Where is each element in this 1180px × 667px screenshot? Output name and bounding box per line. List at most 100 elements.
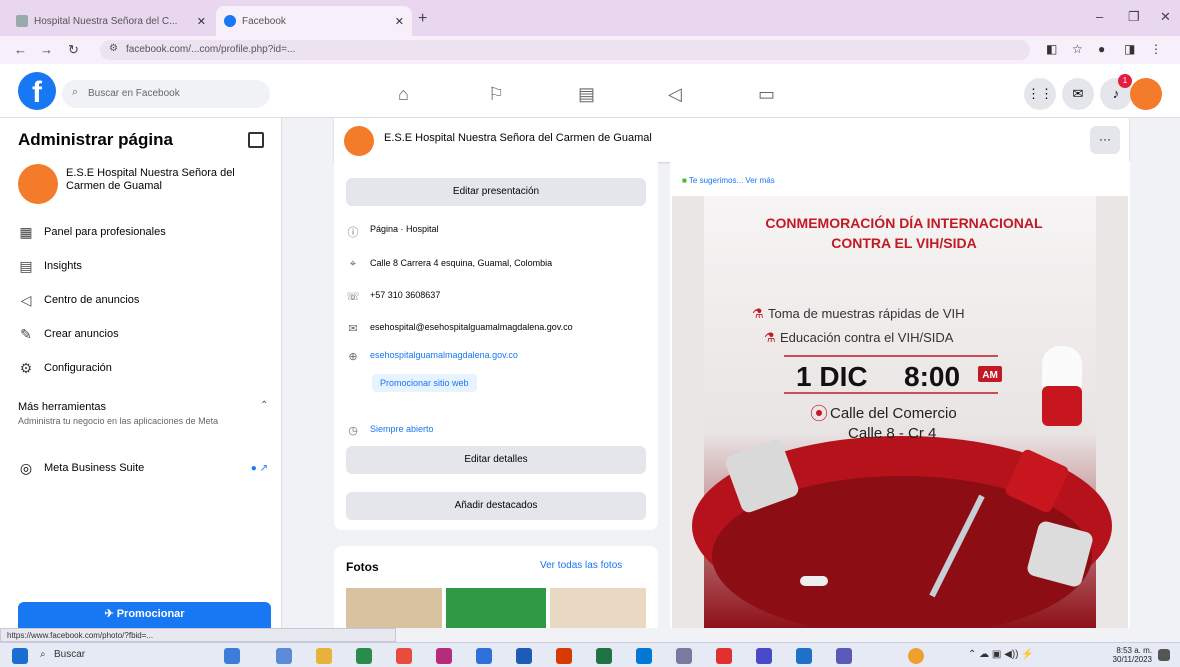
bullet-icon: ⚗: [752, 306, 764, 321]
edit-bio-button[interactable]: Editar presentación: [346, 178, 646, 206]
system-tray-icons[interactable]: ⌃ ☁ ▣ ◀)) ⚡: [968, 649, 1034, 660]
sidebar-item-label: Panel para profesionales: [44, 226, 166, 238]
file-explorer-icon[interactable]: [316, 648, 332, 664]
sidebar-item-label: Insights: [44, 260, 82, 272]
facebook-header: f ⌕ Buscar en Facebook ⌂ ⚐ ▤ ◁ ▭ ⋮⋮ ✉ ♪ …: [0, 64, 1180, 118]
post-suggestion-info[interactable]: ■ Te sugerimos... Ver más: [682, 176, 775, 185]
home-icon[interactable]: ⌂: [398, 84, 409, 105]
menu-dots-icon[interactable]: ⋮: [1150, 42, 1162, 56]
sidebar-item-label: Crear anuncios: [44, 328, 119, 340]
flyer-place1: Calle del Comercio: [830, 405, 957, 422]
tab-title: Facebook: [242, 15, 286, 27]
taskview-icon[interactable]: [224, 648, 240, 664]
edit-details-button[interactable]: Editar detalles: [346, 446, 646, 474]
facebook-logo-icon[interactable]: f: [18, 72, 56, 110]
sidebar-item-ad-center[interactable]: ◁ Centro de anuncios: [18, 288, 268, 312]
new-tab-button[interactable]: +: [418, 10, 427, 28]
close-tab-icon[interactable]: ✕: [395, 15, 404, 28]
menu-grid-icon[interactable]: ⋮⋮: [1024, 78, 1056, 110]
megaphone-icon[interactable]: ◁: [668, 84, 682, 105]
app-icon[interactable]: [676, 648, 692, 664]
url-input[interactable]: ⚙ facebook.com/...com/profile.php?id=...: [100, 40, 1030, 60]
word-icon[interactable]: [516, 648, 532, 664]
excel-icon[interactable]: [596, 648, 612, 664]
sidebar-item-settings[interactable]: ⚙ Configuración: [18, 356, 268, 380]
powerpoint-icon[interactable]: [556, 648, 572, 664]
promote-button[interactable]: ✈ Promocionar: [18, 602, 271, 628]
post-image-flyer[interactable]: CONMEMORACIÓN DÍA INTERNACIONAL CONTRA E…: [672, 196, 1128, 628]
taskbar-search-input[interactable]: ⌕ Buscar: [40, 647, 210, 665]
website-link[interactable]: esehospitalguamalmagdalena.gov.co: [370, 350, 518, 360]
chrome-icon[interactable]: [356, 648, 372, 664]
messenger-icon[interactable]: ✉: [1062, 78, 1094, 110]
flyer-title-line1: CONMEMORACIÓN DÍA INTERNACIONAL: [765, 214, 1043, 231]
info-icon: ⓘ: [347, 227, 359, 239]
collapse-sidebar-icon[interactable]: [248, 132, 264, 148]
see-all-photos-link[interactable]: Ver todas las fotos: [540, 560, 622, 571]
edge-icon[interactable]: [476, 648, 492, 664]
app-icon[interactable]: [836, 648, 852, 664]
browser-tab-facebook[interactable]: Facebook ✕: [216, 6, 412, 36]
sidebar-item-professional-dashboard[interactable]: ▦ Panel para profesionales: [18, 220, 268, 244]
page-avatar[interactable]: [344, 126, 374, 156]
page-header-name[interactable]: E.S.E Hospital Nuestra Señora del Carmen…: [384, 132, 652, 144]
photo-thumbnail[interactable]: [346, 588, 442, 628]
minimize-button[interactable]: –: [1096, 9, 1103, 24]
facebook-search-input[interactable]: ⌕ Buscar en Facebook: [62, 80, 270, 108]
info-text[interactable]: esehospital@esehospitalguamalmagdalena.g…: [370, 322, 573, 332]
clock-time: 8:53 a. m.: [1116, 646, 1152, 655]
dashboard-icon: ▦: [19, 223, 33, 240]
app-icon[interactable]: [436, 648, 452, 664]
chevron-up-icon[interactable]: ⌃: [260, 400, 268, 411]
flag-icon[interactable]: ⚐: [488, 84, 504, 105]
windows-taskbar: ⌕ Buscar ⌃ ☁ ▣ ◀)) ⚡ 8:53 a. m. 30/11/20…: [0, 642, 1180, 667]
back-arrow-icon[interactable]: ←: [14, 42, 27, 57]
hours-text[interactable]: Siempre abierto: [370, 424, 434, 434]
app-icon[interactable]: [396, 648, 412, 664]
maximize-button[interactable]: ❐: [1128, 9, 1140, 25]
photo-thumbnail[interactable]: [550, 588, 646, 628]
sidebar-item-create-ads[interactable]: ✎ Crear anuncios: [18, 322, 268, 346]
phone-icon: ☏: [346, 291, 360, 303]
more-tools-heading[interactable]: Más herramientas: [18, 401, 106, 413]
app-icon[interactable]: [636, 648, 652, 664]
sidebar-item-insights[interactable]: ▤ Insights: [18, 254, 268, 278]
app-icon[interactable]: [716, 648, 732, 664]
app-icon[interactable]: [796, 648, 812, 664]
widgets-icon[interactable]: [276, 648, 292, 664]
account-avatar[interactable]: [1130, 78, 1162, 110]
windows-start-icon[interactable]: [12, 648, 28, 664]
browser-tab-hospital[interactable]: Hospital Nuestra Señora del C... ✕: [8, 6, 214, 36]
flyer-title-line2: CONTRA EL VIH/SIDA: [831, 235, 976, 251]
info-row-phone: ☏ +57 310 3608637: [346, 290, 646, 303]
photo-thumbnail[interactable]: [446, 588, 546, 628]
search-icon: ⌕: [72, 86, 79, 98]
sidebar-page-profile[interactable]: E.S.E Hospital Nuestra Señora del Carmen…: [18, 162, 268, 212]
video-icon[interactable]: ▭: [758, 84, 775, 105]
add-featured-button[interactable]: Añadir destacados: [346, 492, 646, 520]
sidebar-item-meta-business-suite[interactable]: ◎ Meta Business Suite ● ↗: [18, 456, 268, 480]
close-window-button[interactable]: ✕: [1160, 9, 1171, 25]
site-info-icon[interactable]: ⚙: [109, 43, 118, 54]
sidebar-toggle-icon[interactable]: ◨: [1124, 42, 1135, 56]
pages-icon[interactable]: ▤: [578, 84, 595, 105]
notification-center-icon[interactable]: [1158, 649, 1170, 661]
promote-website-button[interactable]: Promocionar sitio web: [372, 374, 477, 392]
clock-date: 30/11/2023: [1112, 655, 1152, 664]
edit-icon: ✎: [20, 325, 32, 342]
taskbar-clock[interactable]: 8:53 a. m. 30/11/2023: [1092, 646, 1152, 664]
browser-tab-bar: Hospital Nuestra Señora del C... ✕ Faceb…: [0, 0, 1180, 36]
close-tab-icon[interactable]: ✕: [197, 15, 206, 28]
weather-icon[interactable]: [908, 648, 924, 664]
app-icon[interactable]: [756, 648, 772, 664]
manage-page-sidebar: Administrar página E.S.E Hospital Nuestr…: [0, 118, 282, 628]
star-icon[interactable]: ☆: [1072, 42, 1083, 56]
reload-icon[interactable]: ↻: [68, 42, 79, 58]
url-text: facebook.com/...com/profile.php?id=...: [126, 44, 296, 55]
forward-arrow-icon[interactable]: →: [40, 42, 53, 57]
globe-icon: ⊕: [348, 351, 358, 363]
extensions-icon[interactable]: ◧: [1046, 42, 1057, 56]
profile-icon[interactable]: ●: [1098, 42, 1105, 56]
insights-icon: ▤: [19, 257, 33, 274]
more-options-button[interactable]: ···: [1090, 126, 1120, 154]
